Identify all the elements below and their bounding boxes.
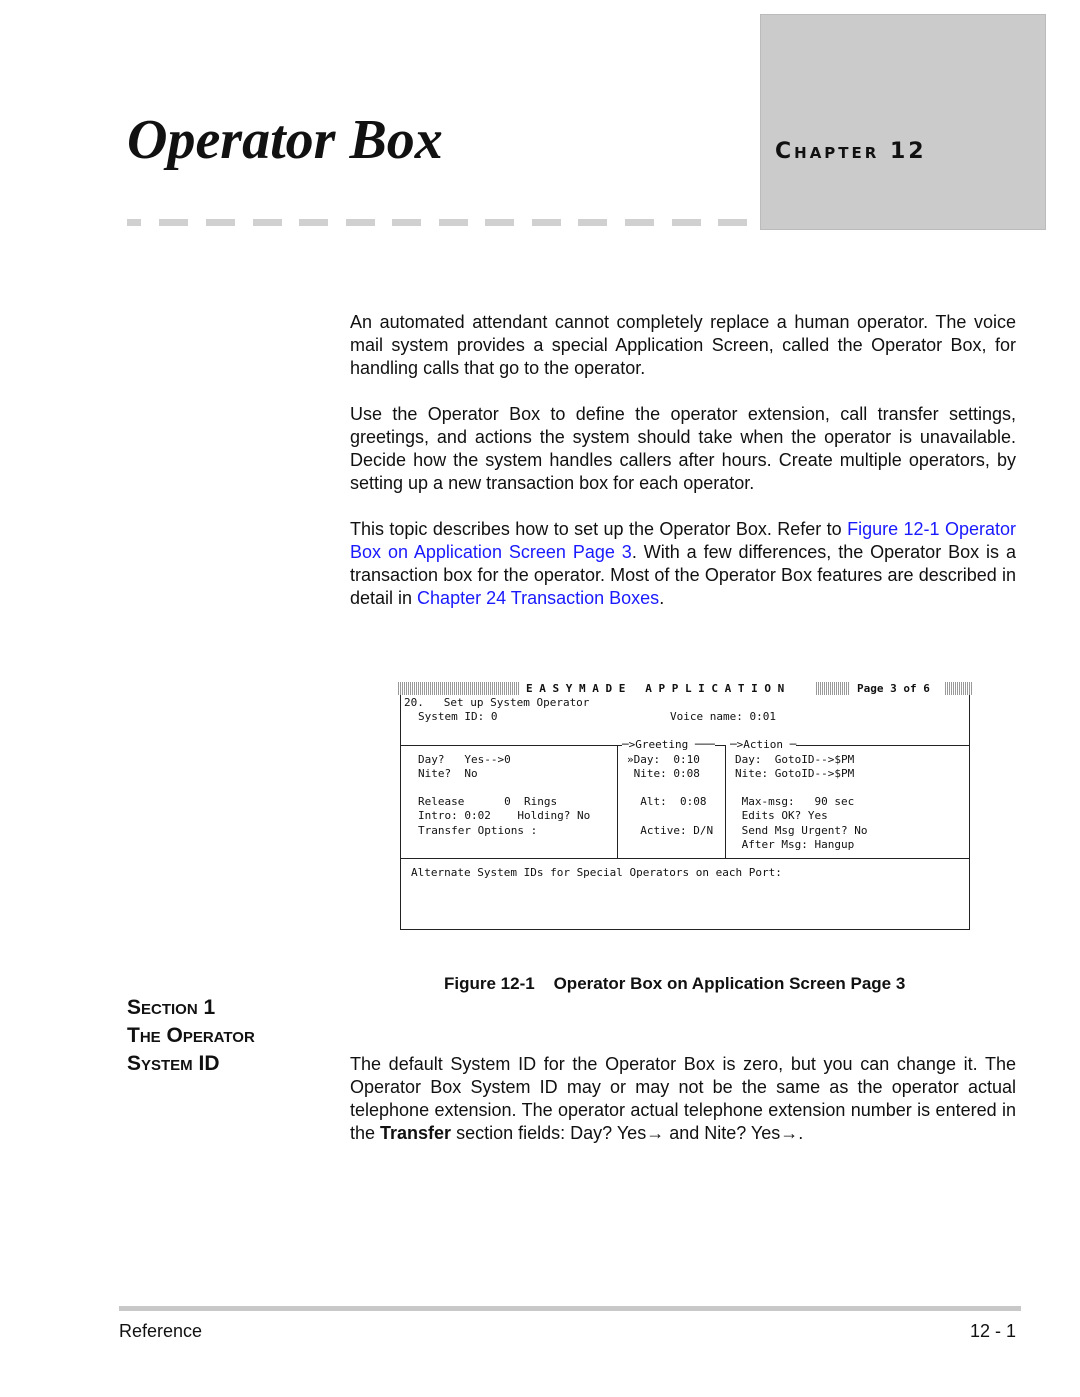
screen-header: E A S Y M A D E A P P L I C A T I O N (526, 682, 785, 695)
screen-line: Nite: 0:08 (627, 767, 700, 780)
document-page: Operator Box Chapter 12 An automated att… (0, 0, 1080, 1397)
text: section fields: Day? Yes→ and Nite? Yes→… (451, 1123, 804, 1143)
screen-line: »Day: 0:10 (627, 753, 700, 766)
screen-line: Nite: GotoID-->$PM (735, 767, 855, 780)
section-heading-line: The Operator (127, 1024, 255, 1047)
application-screen-figure: E A S Y M A D E A P P L I C A T I O N Pa… (398, 682, 974, 932)
intro-paragraph-3: This topic describes how to set up the O… (350, 518, 1016, 610)
screen-line: 20. Set up System Operator (404, 696, 590, 709)
intro-paragraph-2: Use the Operator Box to define the opera… (350, 404, 1016, 493)
screen-line: Active: D/N (627, 824, 714, 837)
screen-line: Send Msg Urgent? No (735, 824, 868, 837)
screen-line: Transfer Options : (418, 824, 538, 837)
chapter-box: Chapter 12 (760, 14, 1046, 230)
footer-rule (119, 1306, 1021, 1311)
text: . (659, 588, 665, 608)
screen-page: Page 3 of 6 (857, 682, 930, 695)
screen-line: Nite? No (418, 767, 478, 780)
intro-paragraph-1: An automated attendant cannot completely… (350, 312, 1016, 378)
screen-line: System ID: 0 (418, 710, 498, 723)
screen-line: ─>Greeting ─── (622, 738, 715, 751)
title-divider (127, 219, 760, 226)
page-number: 12 - 1 (969, 1321, 1016, 1341)
screen-line: Day? Yes-->0 (418, 753, 511, 766)
section-heading-line: System ID (127, 1052, 220, 1075)
section-paragraph: The default System ID for the Operator B… (350, 1053, 1016, 1145)
screen-line: ─>Action ─ (730, 738, 797, 751)
text-bold: Transfer (380, 1123, 452, 1143)
screen-line: Voice name: 0:01 (670, 710, 776, 723)
section-heading: Section 1 The Operator System ID (127, 994, 255, 1078)
page-title: Operator Box (127, 109, 443, 171)
text: This topic describes how to set up the O… (350, 519, 848, 539)
figure-caption: Figure 12-1 Operator Box on Application … (444, 974, 906, 993)
screen-line: Intro: 0:02 Holding? No (418, 809, 591, 822)
chapter-link[interactable]: Chapter 24 Transaction Boxes (417, 588, 659, 608)
hatch-bar (398, 682, 520, 695)
screen-line: Alternate System IDs for Special Operato… (411, 866, 782, 879)
footer-left: Reference (119, 1321, 203, 1341)
screen-line: Alt: 0:08 (627, 795, 707, 808)
screen-line: After Msg: Hangup (735, 838, 855, 851)
hatch-bar (816, 682, 850, 695)
screen-line: Edits OK? Yes (735, 809, 828, 822)
hatch-bar (945, 682, 973, 695)
screen-line: Max-msg: 90 sec (735, 795, 855, 808)
screen-line: Day: GotoID-->$PM (735, 753, 855, 766)
chapter-label: Chapter 12 (775, 139, 927, 164)
section-heading-line: Section 1 (127, 996, 216, 1019)
screen-line: Release 0 Rings (418, 795, 558, 808)
